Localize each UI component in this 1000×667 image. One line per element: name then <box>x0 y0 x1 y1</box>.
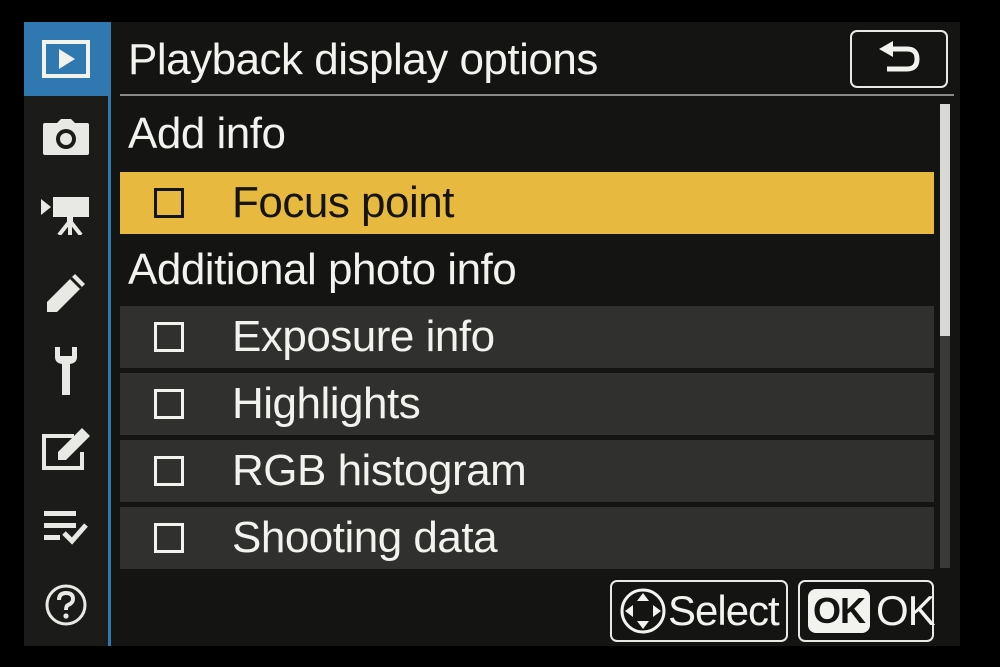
sidebar-item-help[interactable] <box>24 568 108 642</box>
ok-label: OK <box>876 587 936 634</box>
sidebar-item-movie-shooting[interactable] <box>24 178 108 252</box>
checkbox[interactable] <box>154 456 184 486</box>
sidebar-item-photo-shooting[interactable] <box>24 100 108 174</box>
sidebar-item-my-menu[interactable] <box>24 490 108 564</box>
checkbox[interactable] <box>154 322 184 352</box>
help-icon <box>45 584 87 626</box>
page-title: Playback display options <box>128 35 598 84</box>
list-item-rgb-histogram[interactable]: RGB histogram <box>120 440 934 502</box>
retouch-icon <box>42 428 90 470</box>
checkbox[interactable] <box>154 389 184 419</box>
select-button[interactable]: Select <box>610 580 788 642</box>
list-item-label: RGB histogram <box>232 446 527 495</box>
multi-selector-icon <box>620 588 666 634</box>
camera-icon <box>43 119 89 155</box>
ok-button[interactable]: OK OK <box>798 580 936 642</box>
section-heading-additional-photo-info: Additional photo info <box>128 245 517 294</box>
list-item-highlights[interactable]: Highlights <box>120 373 934 435</box>
back-arrow-icon <box>879 41 920 72</box>
movie-camera-icon <box>41 197 89 235</box>
playback-icon <box>42 40 90 78</box>
sidebar-item-playback[interactable] <box>24 22 108 96</box>
back-button[interactable] <box>850 30 948 88</box>
list-item-shooting-data[interactable]: Shooting data <box>120 507 934 569</box>
camera-menu-screen: Playback display options Add info Focus … <box>24 22 960 646</box>
wrench-icon <box>55 347 77 395</box>
sidebar-item-setup[interactable] <box>24 334 108 408</box>
list-item-focus-point[interactable]: Focus point <box>120 172 934 234</box>
checkbox[interactable] <box>154 523 184 553</box>
list-item-exposure-info[interactable]: Exposure info <box>120 306 934 368</box>
list-item-label: Exposure info <box>232 312 495 361</box>
scrollbar[interactable] <box>940 104 950 568</box>
list-item-label: Highlights <box>232 379 421 428</box>
section-heading-add-info: Add info <box>128 109 286 158</box>
checkbox[interactable] <box>154 188 184 218</box>
list-item-label: Focus point <box>232 178 454 227</box>
select-label: Select <box>668 587 780 634</box>
ok-icon: OK <box>808 589 870 633</box>
pencil-icon <box>47 274 85 312</box>
sidebar-divider <box>108 22 111 646</box>
sidebar-item-custom-settings[interactable] <box>24 256 108 330</box>
header-divider <box>120 94 954 96</box>
menu-sidebar <box>24 22 108 646</box>
list-item-label: Shooting data <box>232 513 498 562</box>
scrollbar-thumb[interactable] <box>940 104 950 336</box>
my-menu-icon <box>44 511 88 545</box>
sidebar-item-retouch[interactable] <box>24 412 108 486</box>
